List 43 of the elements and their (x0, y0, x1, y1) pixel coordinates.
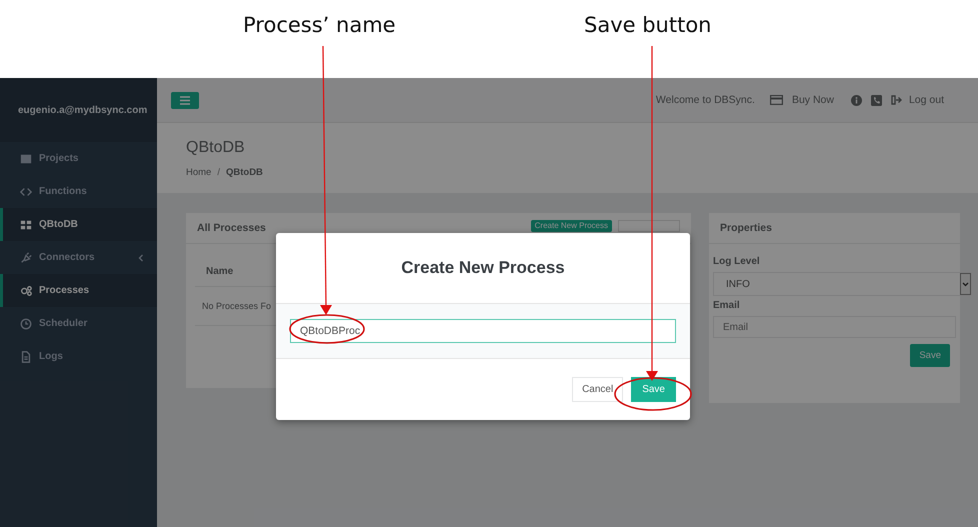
email-field[interactable]: Email (713, 316, 956, 338)
annotation-label: Process’ name (243, 13, 396, 37)
log-level-select[interactable]: INFO (713, 272, 972, 296)
menu-icon (180, 96, 190, 104)
breadcrumb-item[interactable]: Home (186, 167, 212, 178)
panel-title: Properties (720, 222, 772, 234)
save-button[interactable]: Save (631, 377, 676, 402)
window-icon (20, 152, 32, 164)
user-email: eugenio.a@mydbsync.com (18, 104, 148, 116)
welcome-text: Welcome to DBSync. (656, 94, 755, 106)
empty-message: No Processes Fo (202, 301, 272, 311)
grid-icon (20, 218, 32, 230)
document-icon (20, 350, 32, 362)
card-icon (770, 95, 783, 105)
field-label: Log Level (713, 256, 761, 267)
nav-item[interactable]: Connectors (0, 241, 157, 274)
panel-title: All Processes (197, 222, 266, 234)
process-name-field[interactable]: QBtoDBProc (290, 319, 676, 343)
logout-icon (890, 95, 902, 105)
code-icon (20, 186, 32, 198)
nav-item[interactable]: Processes (0, 274, 157, 307)
nav-item[interactable]: Logs (0, 340, 157, 373)
logout-link[interactable]: Log out (890, 94, 944, 106)
plug-icon (20, 252, 32, 264)
nav-item[interactable]: Scheduler (0, 307, 157, 340)
save-button[interactable]: Save (910, 344, 950, 367)
cancel-button[interactable]: Cancel (572, 377, 624, 402)
menu-button[interactable] (171, 92, 199, 108)
breadcrumb-item: QBtoDB (226, 167, 263, 178)
nav-item[interactable]: Functions (0, 175, 157, 208)
nav-item[interactable]: QBtoDB (0, 208, 157, 241)
page-title: QBtoDB (186, 139, 246, 157)
create-process-button[interactable]: Create New Process (530, 220, 612, 232)
info-icon[interactable] (850, 94, 862, 106)
gears-icon (20, 284, 32, 296)
buy-now-link[interactable]: Buy Now (792, 94, 834, 106)
nav-item[interactable]: Projects (0, 142, 157, 175)
breadcrumb-separator: / (217, 167, 220, 178)
field-label: Email (713, 300, 741, 311)
column-header: Name (206, 266, 234, 276)
clock-icon (20, 318, 32, 330)
phone-icon[interactable] (870, 94, 882, 106)
annotation-label: Save button (584, 13, 712, 37)
